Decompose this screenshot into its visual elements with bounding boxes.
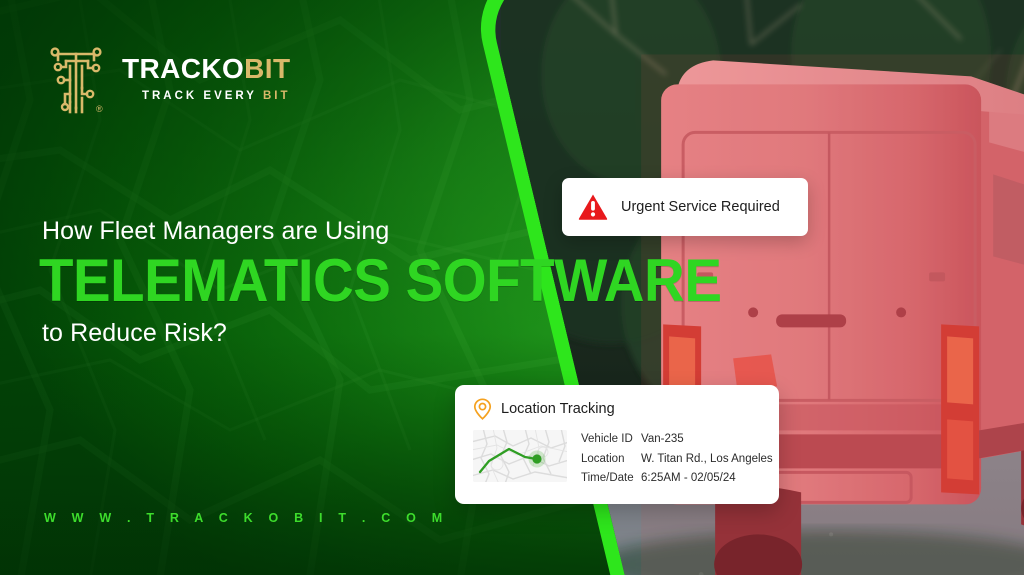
location-card-body: Vehicle ID Van-235 Location W. Titan Rd.…: [473, 430, 773, 487]
row-key: Location: [581, 452, 625, 465]
row-value: Van-235: [641, 433, 684, 445]
banner-canvas: ® TRACKOBIT TRACK EVERY BIT How Fleet Ma…: [0, 0, 1024, 575]
alert-label: Urgent Service Required: [621, 199, 780, 215]
website-url[interactable]: W W W . T R A C K O B I T . C O M: [44, 511, 448, 525]
brand-name-part2: BIT: [244, 53, 291, 85]
brand-name-part1: TRACKO: [122, 53, 245, 85]
brand-name: TRACKOBIT: [122, 55, 290, 83]
row-value: 6:25AM - 02/05/24: [641, 472, 736, 485]
table-row: Vehicle ID Van-235: [581, 431, 773, 448]
map-pin-icon: [473, 398, 492, 420]
location-card-header: Location Tracking: [473, 398, 763, 420]
route-map-thumbnail[interactable]: [473, 430, 567, 482]
row-key: Time/Date: [581, 472, 634, 485]
table-row: Location W. Titan Rd., Los Angeles: [581, 451, 773, 468]
brand-wordmark: TRACKOBIT TRACK EVERY BIT: [122, 55, 290, 103]
location-card-title: Location Tracking: [501, 401, 615, 417]
registered-mark: ®: [96, 104, 103, 114]
urgent-service-alert-card[interactable]: Urgent Service Required: [562, 178, 808, 236]
table-row: Time/Date 6:25AM - 02/05/24: [581, 470, 773, 487]
brand-logo[interactable]: ® TRACKOBIT TRACK EVERY BIT: [44, 42, 290, 116]
row-value: W. Titan Rd., Los Angeles: [641, 452, 773, 465]
warning-triangle-icon: [578, 194, 608, 220]
headline-line-2-emphasis: TELEMATICS SOFTWARE: [39, 246, 722, 314]
headline-line-1: How Fleet Managers are Using: [42, 217, 390, 245]
location-tracking-card[interactable]: Location Tracking Vehicle ID Van-235 Loc…: [455, 385, 779, 504]
headline-line-3: to Reduce Risk?: [42, 319, 227, 348]
brand-tagline: TRACK EVERY BIT: [122, 91, 290, 103]
location-detail-rows: Vehicle ID Van-235 Location W. Titan Rd.…: [581, 430, 773, 487]
brand-tagline-part2: BIT: [262, 90, 291, 103]
circuit-t-logo-icon: ®: [50, 47, 103, 114]
brand-tagline-part1: TRACK EVERY: [141, 90, 263, 103]
row-key: Vehicle ID: [581, 433, 633, 445]
headline-block: How Fleet Managers are Using TELEMATICS …: [39, 217, 722, 348]
